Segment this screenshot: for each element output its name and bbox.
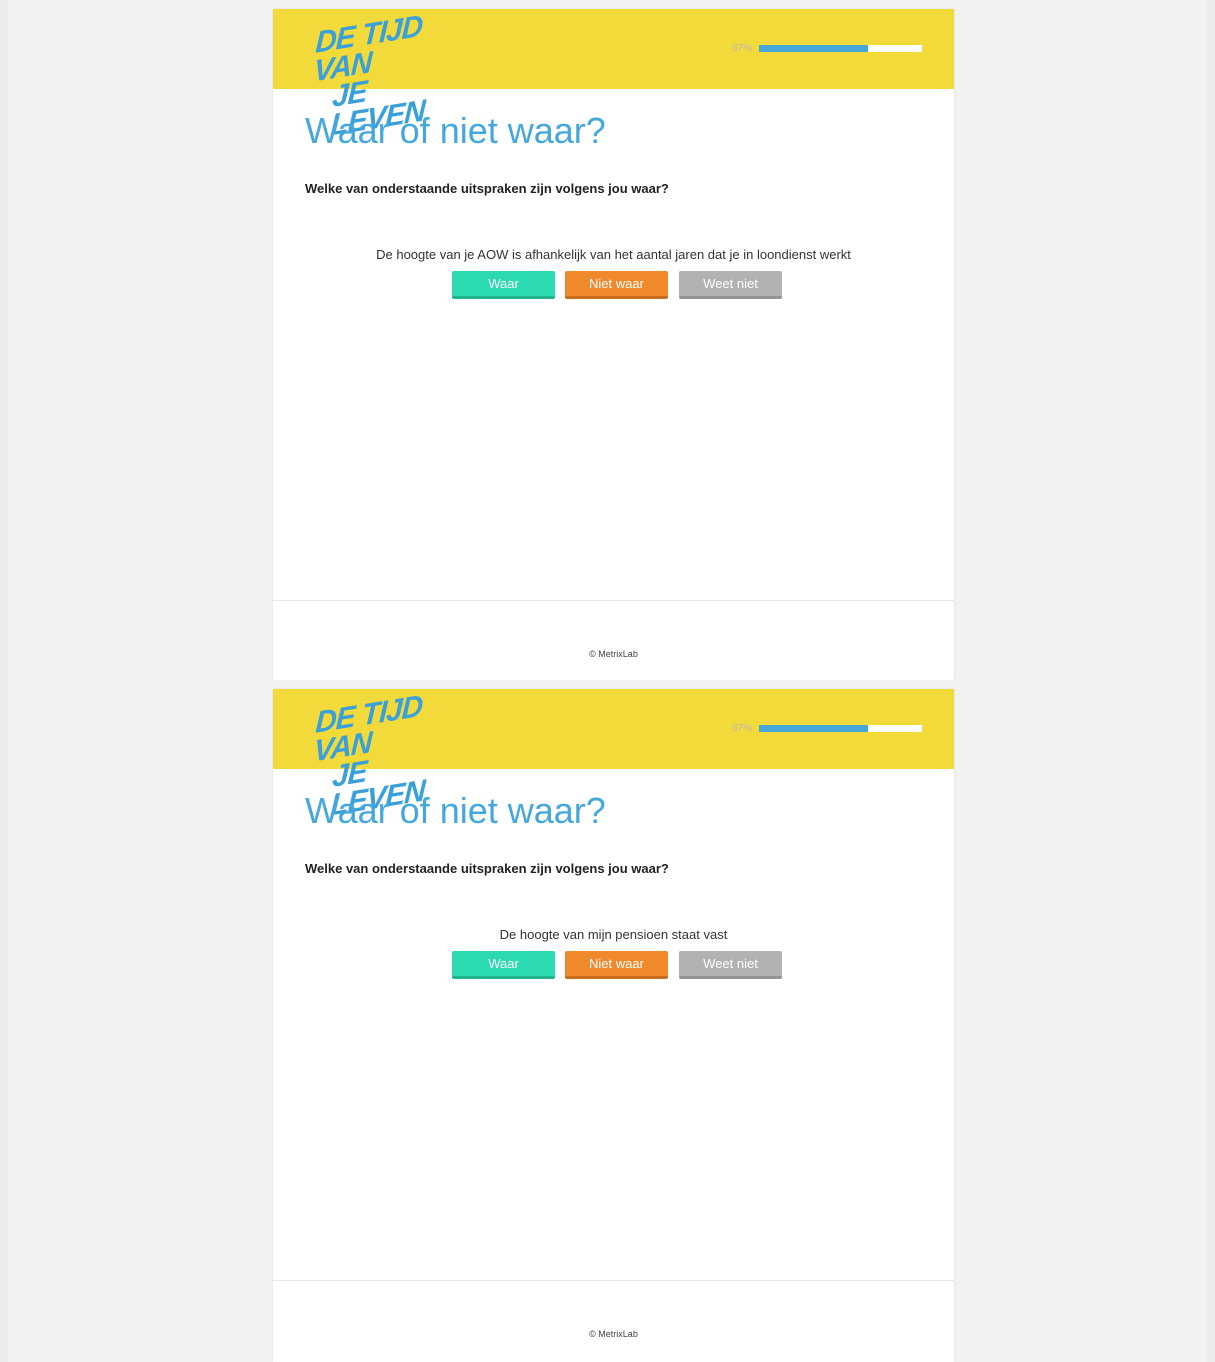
footer-divider: [273, 600, 954, 601]
survey-header: DE TIJD VAN JE LEVEN 67%: [273, 9, 954, 143]
footer-copyright: © MetrixLab: [589, 649, 638, 659]
brand-logo: DE TIJD VAN JE LEVEN: [313, 672, 465, 822]
brand-logo: DE TIJD VAN JE LEVEN: [313, 0, 465, 142]
survey-screen-2: DE TIJD VAN JE LEVEN 67% Waar of niet wa…: [8, 680, 1207, 1362]
footer-divider: [273, 1280, 954, 1281]
footer-copyright: © MetrixLab: [589, 1329, 638, 1339]
page-title: Waar of niet waar?: [305, 110, 606, 151]
niet-waar-button[interactable]: Niet waar: [565, 271, 668, 299]
survey-panel: DE TIJD VAN JE LEVEN 67% Waar of niet wa…: [273, 689, 954, 1362]
survey-header: DE TIJD VAN JE LEVEN 67%: [273, 689, 954, 823]
statement-text: De hoogte van je AOW is afhankelijk van …: [376, 247, 851, 262]
niet-waar-button[interactable]: Niet waar: [565, 951, 668, 979]
progress-bar: [759, 725, 922, 732]
progress-label: 67%: [732, 43, 753, 54]
page-title: Waar of niet waar?: [305, 790, 606, 831]
waar-button[interactable]: Waar: [452, 271, 555, 299]
question-text: Welke van onderstaande uitspraken zijn v…: [305, 861, 669, 876]
answer-buttons: Waar Niet waar Weet niet: [452, 271, 782, 302]
waar-button[interactable]: Waar: [452, 951, 555, 979]
progress-fill: [759, 725, 869, 732]
question-text: Welke van onderstaande uitspraken zijn v…: [305, 181, 669, 196]
statement-text: De hoogte van mijn pensioen staat vast: [499, 927, 728, 942]
answer-buttons: Waar Niet waar Weet niet: [452, 951, 782, 982]
survey-screen-1: DE TIJD VAN JE LEVEN 67% Waar of niet wa…: [8, 0, 1207, 680]
weet-niet-button[interactable]: Weet niet: [679, 951, 782, 979]
weet-niet-button[interactable]: Weet niet: [679, 271, 782, 299]
progress-fill: [759, 45, 869, 52]
survey-panel: DE TIJD VAN JE LEVEN 67% Waar of niet wa…: [273, 9, 954, 680]
progress-label: 67%: [732, 723, 753, 734]
progress-bar: [759, 45, 922, 52]
